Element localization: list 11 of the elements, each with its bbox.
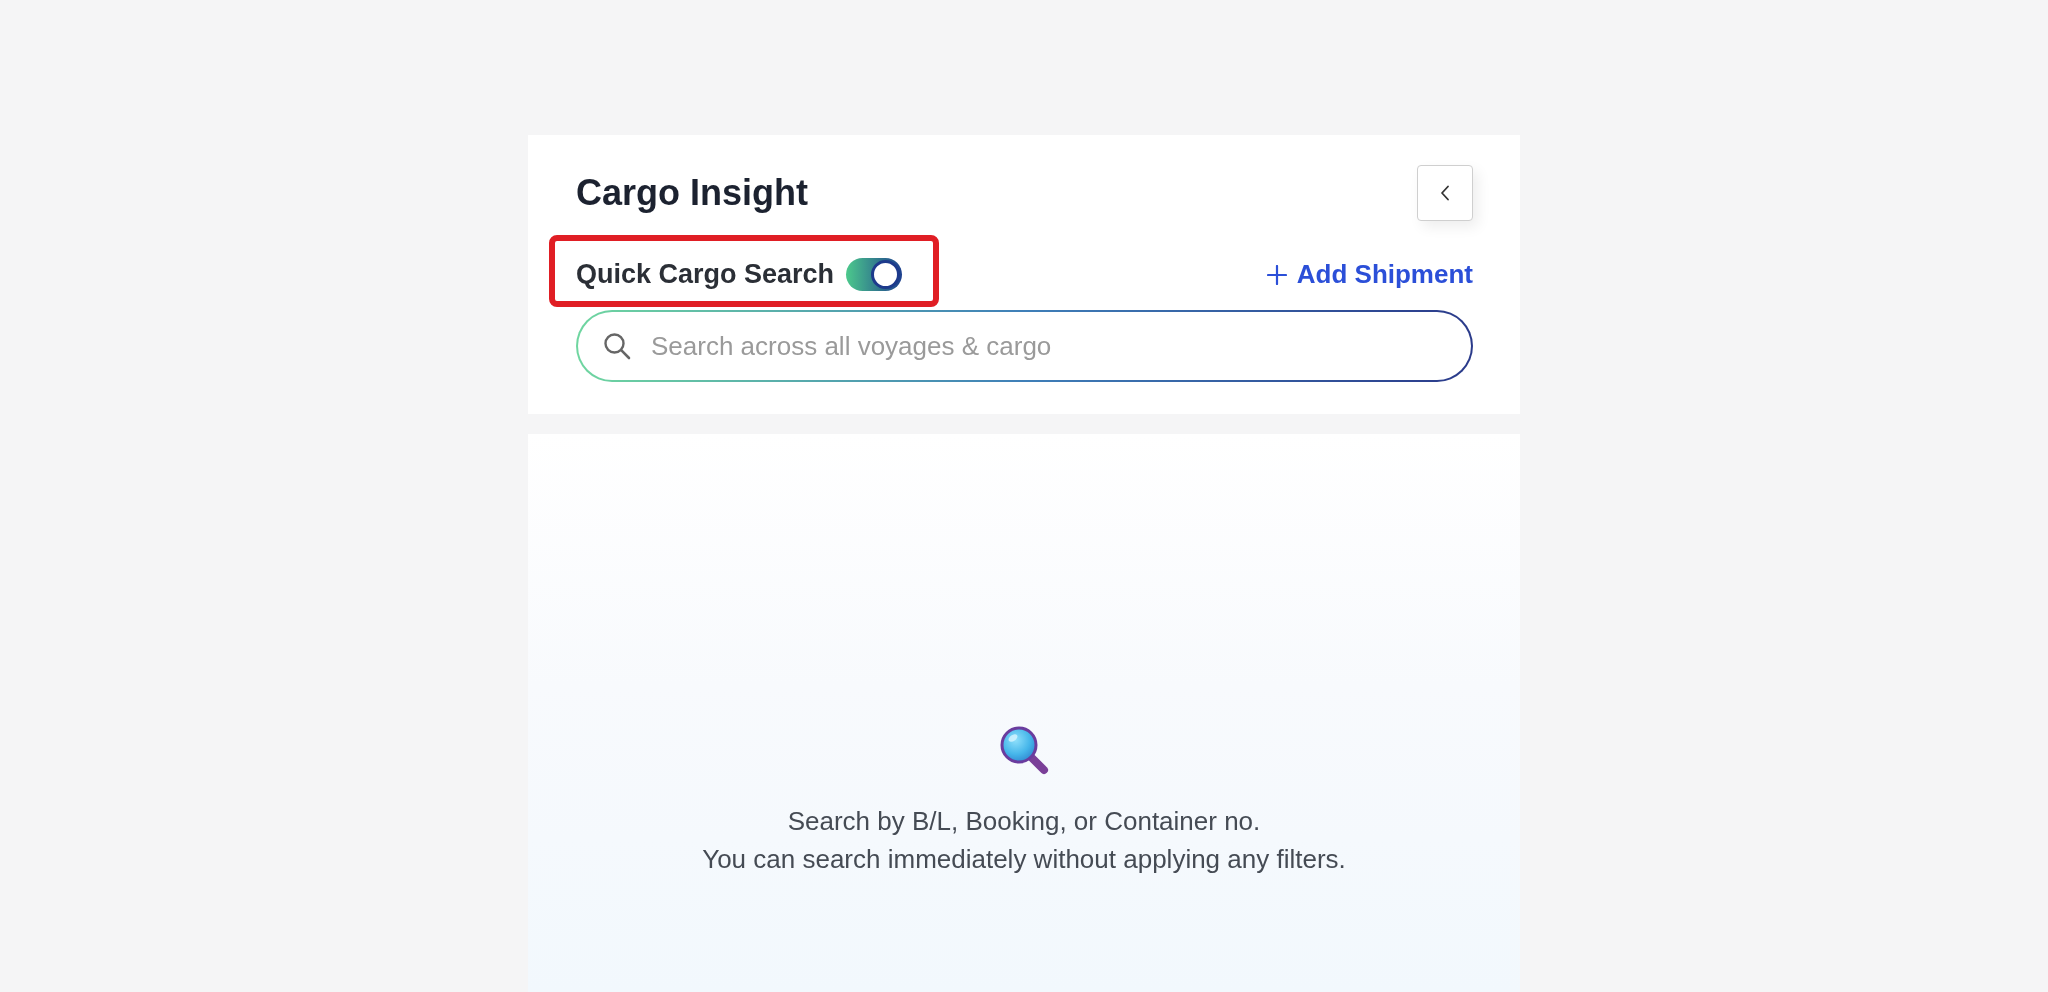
- empty-state-text: You can search immediately without applying any filters.: [702, 843, 1346, 876]
- panel-title: Cargo Insight: [576, 171, 808, 215]
- chevron-left-icon: [1440, 185, 1450, 201]
- empty-state-text: Search by B/L, Booking, or Container no.: [787, 805, 1261, 838]
- quick-search-label: Quick Cargo Search: [576, 258, 835, 291]
- search-icon: [603, 332, 631, 360]
- magnifier-icon: [999, 725, 1049, 775]
- search-field[interactable]: Search across all voyages & cargo: [576, 310, 1473, 382]
- plus-icon: [1266, 264, 1287, 285]
- toggle-switch[interactable]: [846, 258, 903, 291]
- add-shipment-link[interactable]: Add Shipment: [1266, 258, 1473, 291]
